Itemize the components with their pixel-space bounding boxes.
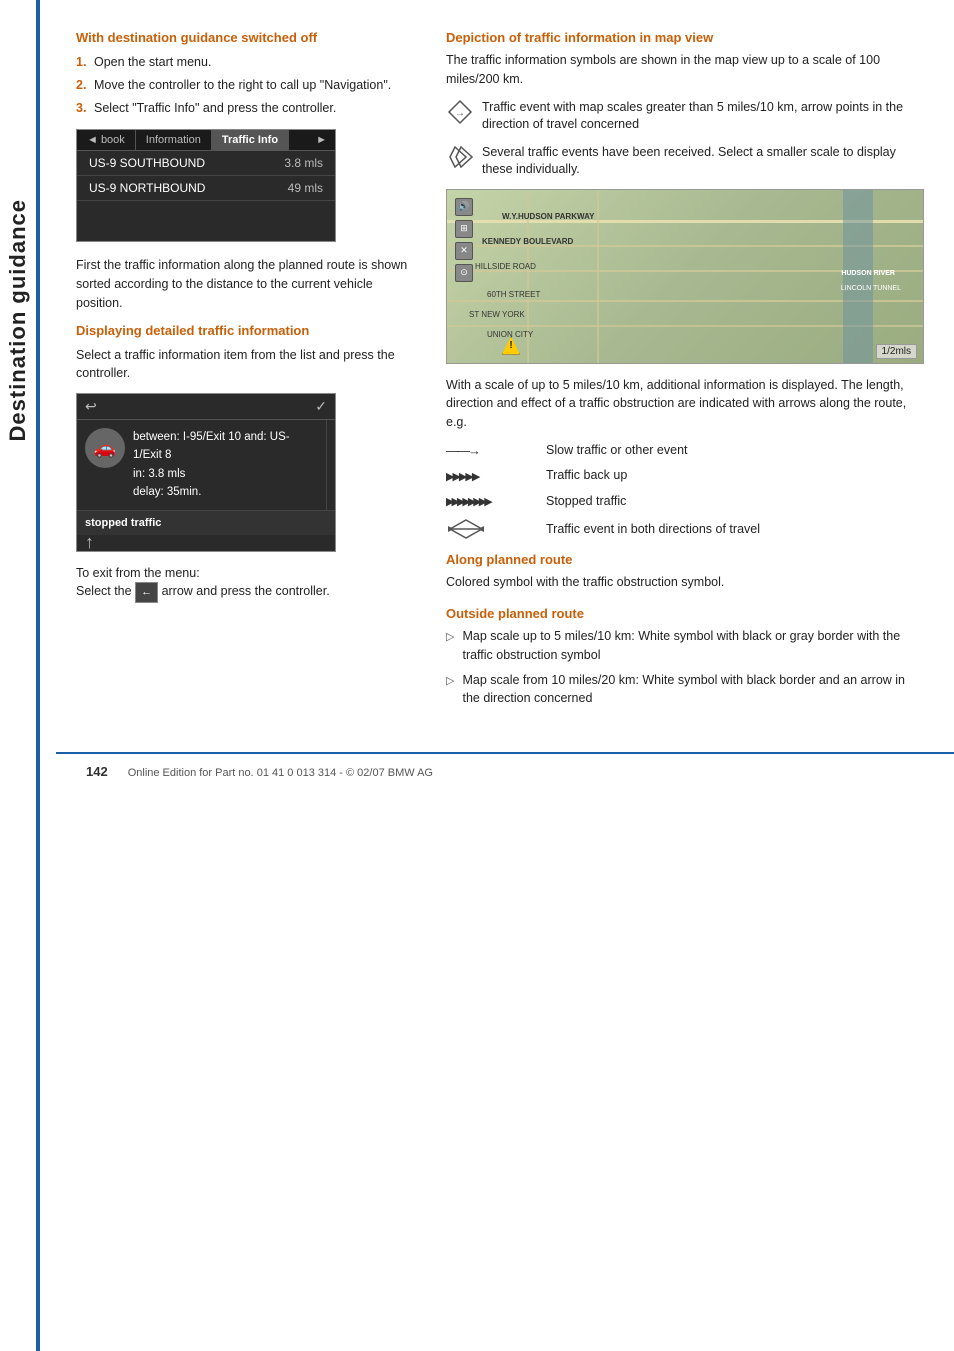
exit-arrow-button: ←: [135, 582, 158, 603]
symbol1-icon-wrap: →: [446, 99, 474, 125]
map-icon-column: 🔊 ⊞ ✕ ⊙: [455, 198, 473, 282]
map-label-hudson: HUDSON RIVER: [841, 270, 895, 277]
backup-arrows-icon: ▶▶▶▶▶: [446, 470, 478, 483]
stopped-arrows-wrap: ▶▶▶▶▶▶▶▶: [446, 495, 536, 508]
outside-list: ▷ Map scale up to 5 miles/10 km: White s…: [446, 627, 924, 708]
traffic-info-mockup: ◄ book Information Traffic Info ► US-9 S…: [76, 129, 336, 242]
detail-traffic-mockup: ↩ ✓ 🚗 between: I-95/Exit 10 and: US-1/Ex…: [76, 393, 336, 552]
down-arrow-icon: ↑: [85, 532, 94, 553]
section2-heading: Displaying detailed traffic information: [76, 323, 416, 338]
symbol-row-2: Several traffic events have been receive…: [446, 144, 924, 179]
backup-text: Traffic back up: [546, 467, 627, 485]
mockup-back-arrow: ↩: [85, 398, 97, 415]
steps-list: 1. Open the start menu. 2. Move the cont…: [76, 53, 416, 117]
along-text: Colored symbol with the traffic obstruct…: [446, 573, 924, 592]
step-3: 3. Select "Traffic Info" and press the c…: [76, 99, 416, 118]
map-mockup: W.Y.HUDSON PARKWAY KENNEDY BOULEVARD HIL…: [446, 189, 924, 364]
map-icon-4: ⊙: [455, 264, 473, 282]
section1-heading: With destination guidance switched off: [76, 30, 416, 45]
detail-mockup-main: 🚗 between: I-95/Exit 10 and: US-1/Exit 8…: [77, 420, 335, 510]
map-scale-label: 1/2mls: [876, 344, 917, 359]
slow-text: Slow traffic or other event: [546, 442, 688, 460]
after-ui-text: First the traffic information along the …: [76, 256, 416, 312]
outside-item-2: ▷ Map scale from 10 miles/20 km: White s…: [446, 671, 924, 709]
traffic-symbol-backup: ▶▶▶▶▶ Traffic back up: [446, 467, 924, 485]
along-route-section: Along planned route Colored symbol with …: [446, 552, 924, 592]
step-1: 1. Open the start menu.: [76, 53, 416, 72]
symbol1-text: Traffic event with map scales greater th…: [482, 99, 924, 134]
backup-arrows-wrap: ▶▶▶▶▶: [446, 470, 536, 483]
tab-book: ◄ book: [77, 130, 136, 150]
outside-route-section: Outside planned route ▷ Map scale up to …: [446, 606, 924, 708]
detail-mockup-top: ↩ ✓: [77, 394, 335, 420]
blue-bar: [36, 0, 40, 1351]
mockup-spacer: [77, 201, 335, 241]
map-label-60th: 60TH STREET: [487, 290, 540, 299]
detail-mockup-text: between: I-95/Exit 10 and: US-1/Exit 8 i…: [133, 428, 318, 502]
left-column: With destination guidance switched off 1…: [76, 30, 416, 722]
svg-text:→: →: [455, 108, 465, 119]
double-diamond-icon: [447, 144, 473, 170]
map-icon-3: ✕: [455, 242, 473, 260]
right-column: Depiction of traffic information in map …: [446, 30, 924, 722]
both-icon-wrap: [446, 518, 536, 540]
mockup-header: ◄ book Information Traffic Info ►: [77, 130, 335, 151]
both-text: Traffic event in both directions of trav…: [546, 521, 760, 539]
tab-information: Information: [136, 130, 212, 150]
traffic-event-icon: 🚗: [85, 428, 125, 468]
slow-arrows-wrap: ——→: [446, 443, 536, 458]
stopped-text: Stopped traffic: [546, 493, 626, 511]
detail-mockup-footer: stopped traffic: [77, 510, 335, 535]
bullet-arrow-2: ▷: [446, 673, 454, 709]
symbol2-icon-wrap: [446, 144, 474, 170]
right-section1-heading: Depiction of traffic information in map …: [446, 30, 924, 45]
symbol2-text: Several traffic events have been receive…: [482, 144, 924, 179]
traffic-symbol-stopped: ▶▶▶▶▶▶▶▶ Stopped traffic: [446, 493, 924, 511]
map-label-tunnel: LINCOLN TUNNEL: [841, 285, 901, 292]
map-road-v2: [597, 190, 599, 363]
along-heading: Along planned route: [446, 552, 924, 567]
outside-heading: Outside planned route: [446, 606, 924, 621]
traffic-symbols-legend: ——→ Slow traffic or other event ▶▶▶▶▶ Tr…: [446, 442, 924, 541]
detail-mockup-sidebar: [326, 420, 335, 510]
bidirectional-icon: [446, 518, 486, 540]
traffic-symbol-both: Traffic event in both directions of trav…: [446, 518, 924, 540]
sidebar-label: Destination guidance: [0, 120, 36, 520]
footer: 142 Online Edition for Part no. 01 41 0 …: [56, 752, 954, 789]
diamond-arrow-icon: →: [447, 99, 473, 125]
route-row-2: US-9 NORTHBOUND 49 mls: [77, 176, 335, 201]
play-button: ►: [308, 130, 335, 150]
outside-item-1: ▷ Map scale up to 5 miles/10 km: White s…: [446, 627, 924, 665]
stopped-arrows-icon: ▶▶▶▶▶▶▶▶: [446, 495, 490, 508]
map-label-union: UNION CITY: [487, 330, 533, 339]
map-inner: W.Y.HUDSON PARKWAY KENNEDY BOULEVARD HIL…: [447, 190, 923, 363]
map-alert-icon: !: [502, 337, 520, 355]
footer-copyright: Online Edition for Part no. 01 41 0 013 …: [128, 767, 433, 779]
detail-mockup-bottom-arrow: ↑: [77, 535, 335, 551]
tab-trafficinfo: Traffic Info: [212, 130, 289, 150]
mockup-check-icon: ✓: [315, 398, 327, 415]
right-section1-text: The traffic information symbols are show…: [446, 51, 924, 89]
main-content: With destination guidance switched off 1…: [56, 0, 954, 752]
section2-intro: Select a traffic information item from t…: [76, 346, 416, 384]
page-number: 142: [86, 764, 108, 779]
map-label-kennedy: KENNEDY BOULEVARD: [482, 237, 573, 246]
map-icon-1: 🔊: [455, 198, 473, 216]
symbol-row-1: → Traffic event with map scales greater …: [446, 99, 924, 134]
map-label-stny: ST NEW YORK: [469, 310, 525, 319]
map-icon-2: ⊞: [455, 220, 473, 238]
traffic-symbol-slow: ——→ Slow traffic or other event: [446, 442, 924, 460]
after-map-text: With a scale of up to 5 miles/10 km, add…: [446, 376, 924, 432]
detail-mockup-body: 🚗 between: I-95/Exit 10 and: US-1/Exit 8…: [77, 420, 326, 510]
step-2: 2. Move the controller to the right to c…: [76, 76, 416, 95]
bullet-arrow-1: ▷: [446, 629, 454, 665]
route-row-1: US-9 SOUTHBOUND 3.8 mls: [77, 151, 335, 176]
exit-text: To exit from the menu: Select the ← arro…: [76, 564, 416, 603]
map-label-hillside: HILLSIDE ROAD: [475, 262, 536, 271]
map-label-parkway: W.Y.HUDSON PARKWAY: [502, 212, 594, 221]
slow-arrows-icon: ——→: [446, 443, 479, 458]
